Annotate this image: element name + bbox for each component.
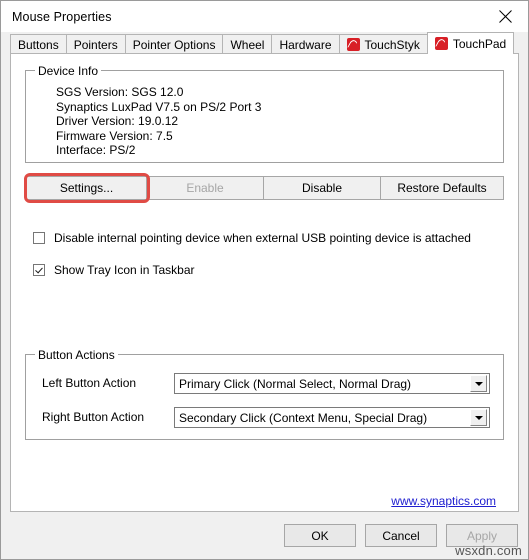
device-info-line: Driver Version: 19.0.12	[56, 114, 179, 128]
disable-internal-pointing-device-checkbox[interactable]: Disable internal pointing device when ex…	[33, 231, 471, 245]
dialog-footer: OK Cancel Apply wsxdn.com	[1, 512, 528, 559]
disable-button-label: Disable	[301, 181, 343, 195]
synaptics-website-link[interactable]: www.synaptics.com	[391, 494, 496, 508]
cancel-button-label: Cancel	[382, 528, 420, 543]
tab-label: Pointer Options	[132, 37, 216, 52]
ok-button-label: OK	[311, 528, 329, 543]
chevron-down-icon[interactable]	[470, 409, 487, 426]
checkbox-label: Show Tray Icon in Taskbar	[54, 263, 195, 277]
chevron-down-icon[interactable]	[470, 375, 487, 392]
tab-label: Buttons	[18, 37, 59, 52]
button-actions-group: Button Actions Left Button Action Primar…	[25, 348, 504, 440]
tab-pointers[interactable]: Pointers	[65, 34, 126, 54]
cancel-button[interactable]: Cancel	[365, 524, 437, 547]
ok-button[interactable]: OK	[284, 524, 356, 547]
left-button-action-select[interactable]: Primary Click (Normal Select, Normal Dra…	[174, 373, 490, 394]
device-info-group: Device Info SGS Version: SGS 12.0 Synapt…	[25, 64, 504, 163]
synaptics-icon	[434, 37, 448, 50]
tab-label: TouchStyk	[364, 37, 420, 52]
close-icon	[499, 10, 512, 23]
checkbox-label: Disable internal pointing device when ex…	[54, 231, 471, 245]
tab-label: Pointers	[73, 37, 118, 52]
right-button-action-value: Secondary Click (Context Menu, Special D…	[179, 410, 428, 425]
watermark: wsxdn.com	[455, 543, 522, 558]
device-info-group-title: Device Info	[35, 64, 102, 78]
right-button-action-select[interactable]: Secondary Click (Context Menu, Special D…	[174, 407, 490, 428]
device-button-row: Settings... Enable Disable Restore Defau…	[26, 176, 504, 200]
device-info-line: Interface: PS/2	[56, 143, 136, 157]
synaptics-icon	[346, 38, 360, 51]
right-button-action-row: Right Button Action Secondary Click (Con…	[26, 407, 503, 428]
button-actions-group-title: Button Actions	[35, 348, 118, 362]
tab-label: Hardware	[279, 37, 332, 52]
checkbox-box	[33, 264, 45, 276]
touchpad-tab-page: Device Info SGS Version: SGS 12.0 Synapt…	[10, 53, 519, 512]
settings-button-label: Settings...	[59, 181, 114, 195]
tab-label: Wheel	[230, 37, 265, 52]
title-bar: Mouse Properties	[1, 1, 528, 32]
tab-touchpad[interactable]: TouchPad	[426, 32, 515, 54]
device-info-text: SGS Version: SGS 12.0 Synaptics LuxPad V…	[56, 85, 261, 158]
left-button-action-label: Left Button Action	[42, 376, 137, 390]
settings-button[interactable]: Settings...	[26, 176, 147, 200]
tab-strip: Buttons Pointers Pointer Options Wheel H…	[1, 32, 528, 54]
close-button[interactable]	[483, 1, 528, 32]
tab-label: TouchPad	[452, 36, 507, 51]
checkbox-box	[33, 232, 45, 244]
enable-button-label: Enable	[186, 181, 224, 195]
left-button-action-value: Primary Click (Normal Select, Normal Dra…	[179, 376, 412, 391]
restore-defaults-button-label: Restore Defaults	[397, 181, 487, 195]
disable-button[interactable]: Disable	[263, 176, 381, 200]
tab-wheel[interactable]: Wheel	[222, 34, 273, 54]
device-info-line: Synaptics LuxPad V7.5 on PS/2 Port 3	[56, 99, 262, 114]
enable-button: Enable	[146, 176, 264, 200]
apply-button-label: Apply	[466, 528, 498, 543]
device-info-line: SGS Version: SGS 12.0	[56, 85, 184, 99]
page-title: Mouse Properties	[12, 9, 112, 24]
left-button-action-row: Left Button Action Primary Click (Normal…	[26, 373, 503, 394]
right-button-action-label: Right Button Action	[42, 410, 145, 424]
show-tray-icon-checkbox[interactable]: Show Tray Icon in Taskbar	[33, 263, 195, 277]
tab-hardware[interactable]: Hardware	[271, 34, 340, 54]
tab-buttons[interactable]: Buttons	[10, 34, 67, 54]
device-info-line: Firmware Version: 7.5	[56, 128, 173, 143]
restore-defaults-button[interactable]: Restore Defaults	[380, 176, 504, 200]
tab-pointer-options[interactable]: Pointer Options	[124, 34, 224, 54]
mouse-properties-window: Mouse Properties Buttons Pointers Pointe…	[0, 0, 529, 560]
tab-touchstyk[interactable]: TouchStyk	[338, 34, 428, 54]
